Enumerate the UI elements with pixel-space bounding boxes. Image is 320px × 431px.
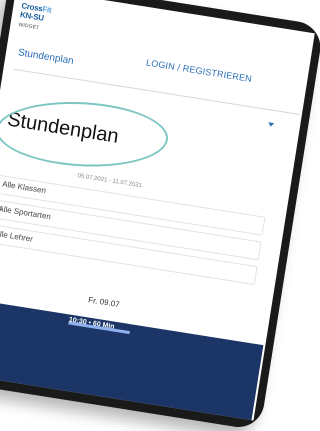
day-header: Fr. 09.07 (87, 295, 121, 310)
widget-label: WIDGET (17, 21, 40, 32)
login-register-link[interactable]: LOGIN / REGISTRIEREN (145, 57, 252, 84)
app-screen: CrossFit KN-SU WIDGET LOGIN / REGISTRIER… (0, 0, 315, 421)
highlight-circle (0, 97, 170, 171)
chevron-left-icon[interactable]: ‹ (0, 153, 1, 164)
tab-stundenplan[interactable]: Stundenplan (17, 47, 74, 67)
crossfit-logo[interactable]: CrossFit KN-SU WIDGET (18, 1, 56, 36)
chevron-down-icon[interactable] (267, 122, 275, 128)
filter-sportarten-label: Alle Sportarten (0, 204, 52, 222)
slot-time: 10:30 • 60 Min (68, 316, 115, 331)
week-range: 05.07.2021 - 11.07.2021 (77, 173, 143, 190)
phone-frame: CrossFit KN-SU WIDGET LOGIN / REGISTRIER… (0, 0, 320, 431)
filter-lehrer-label: Alle Lehrer (0, 228, 34, 244)
class-slot[interactable]: 10:30 • 60 Min (0, 298, 264, 421)
